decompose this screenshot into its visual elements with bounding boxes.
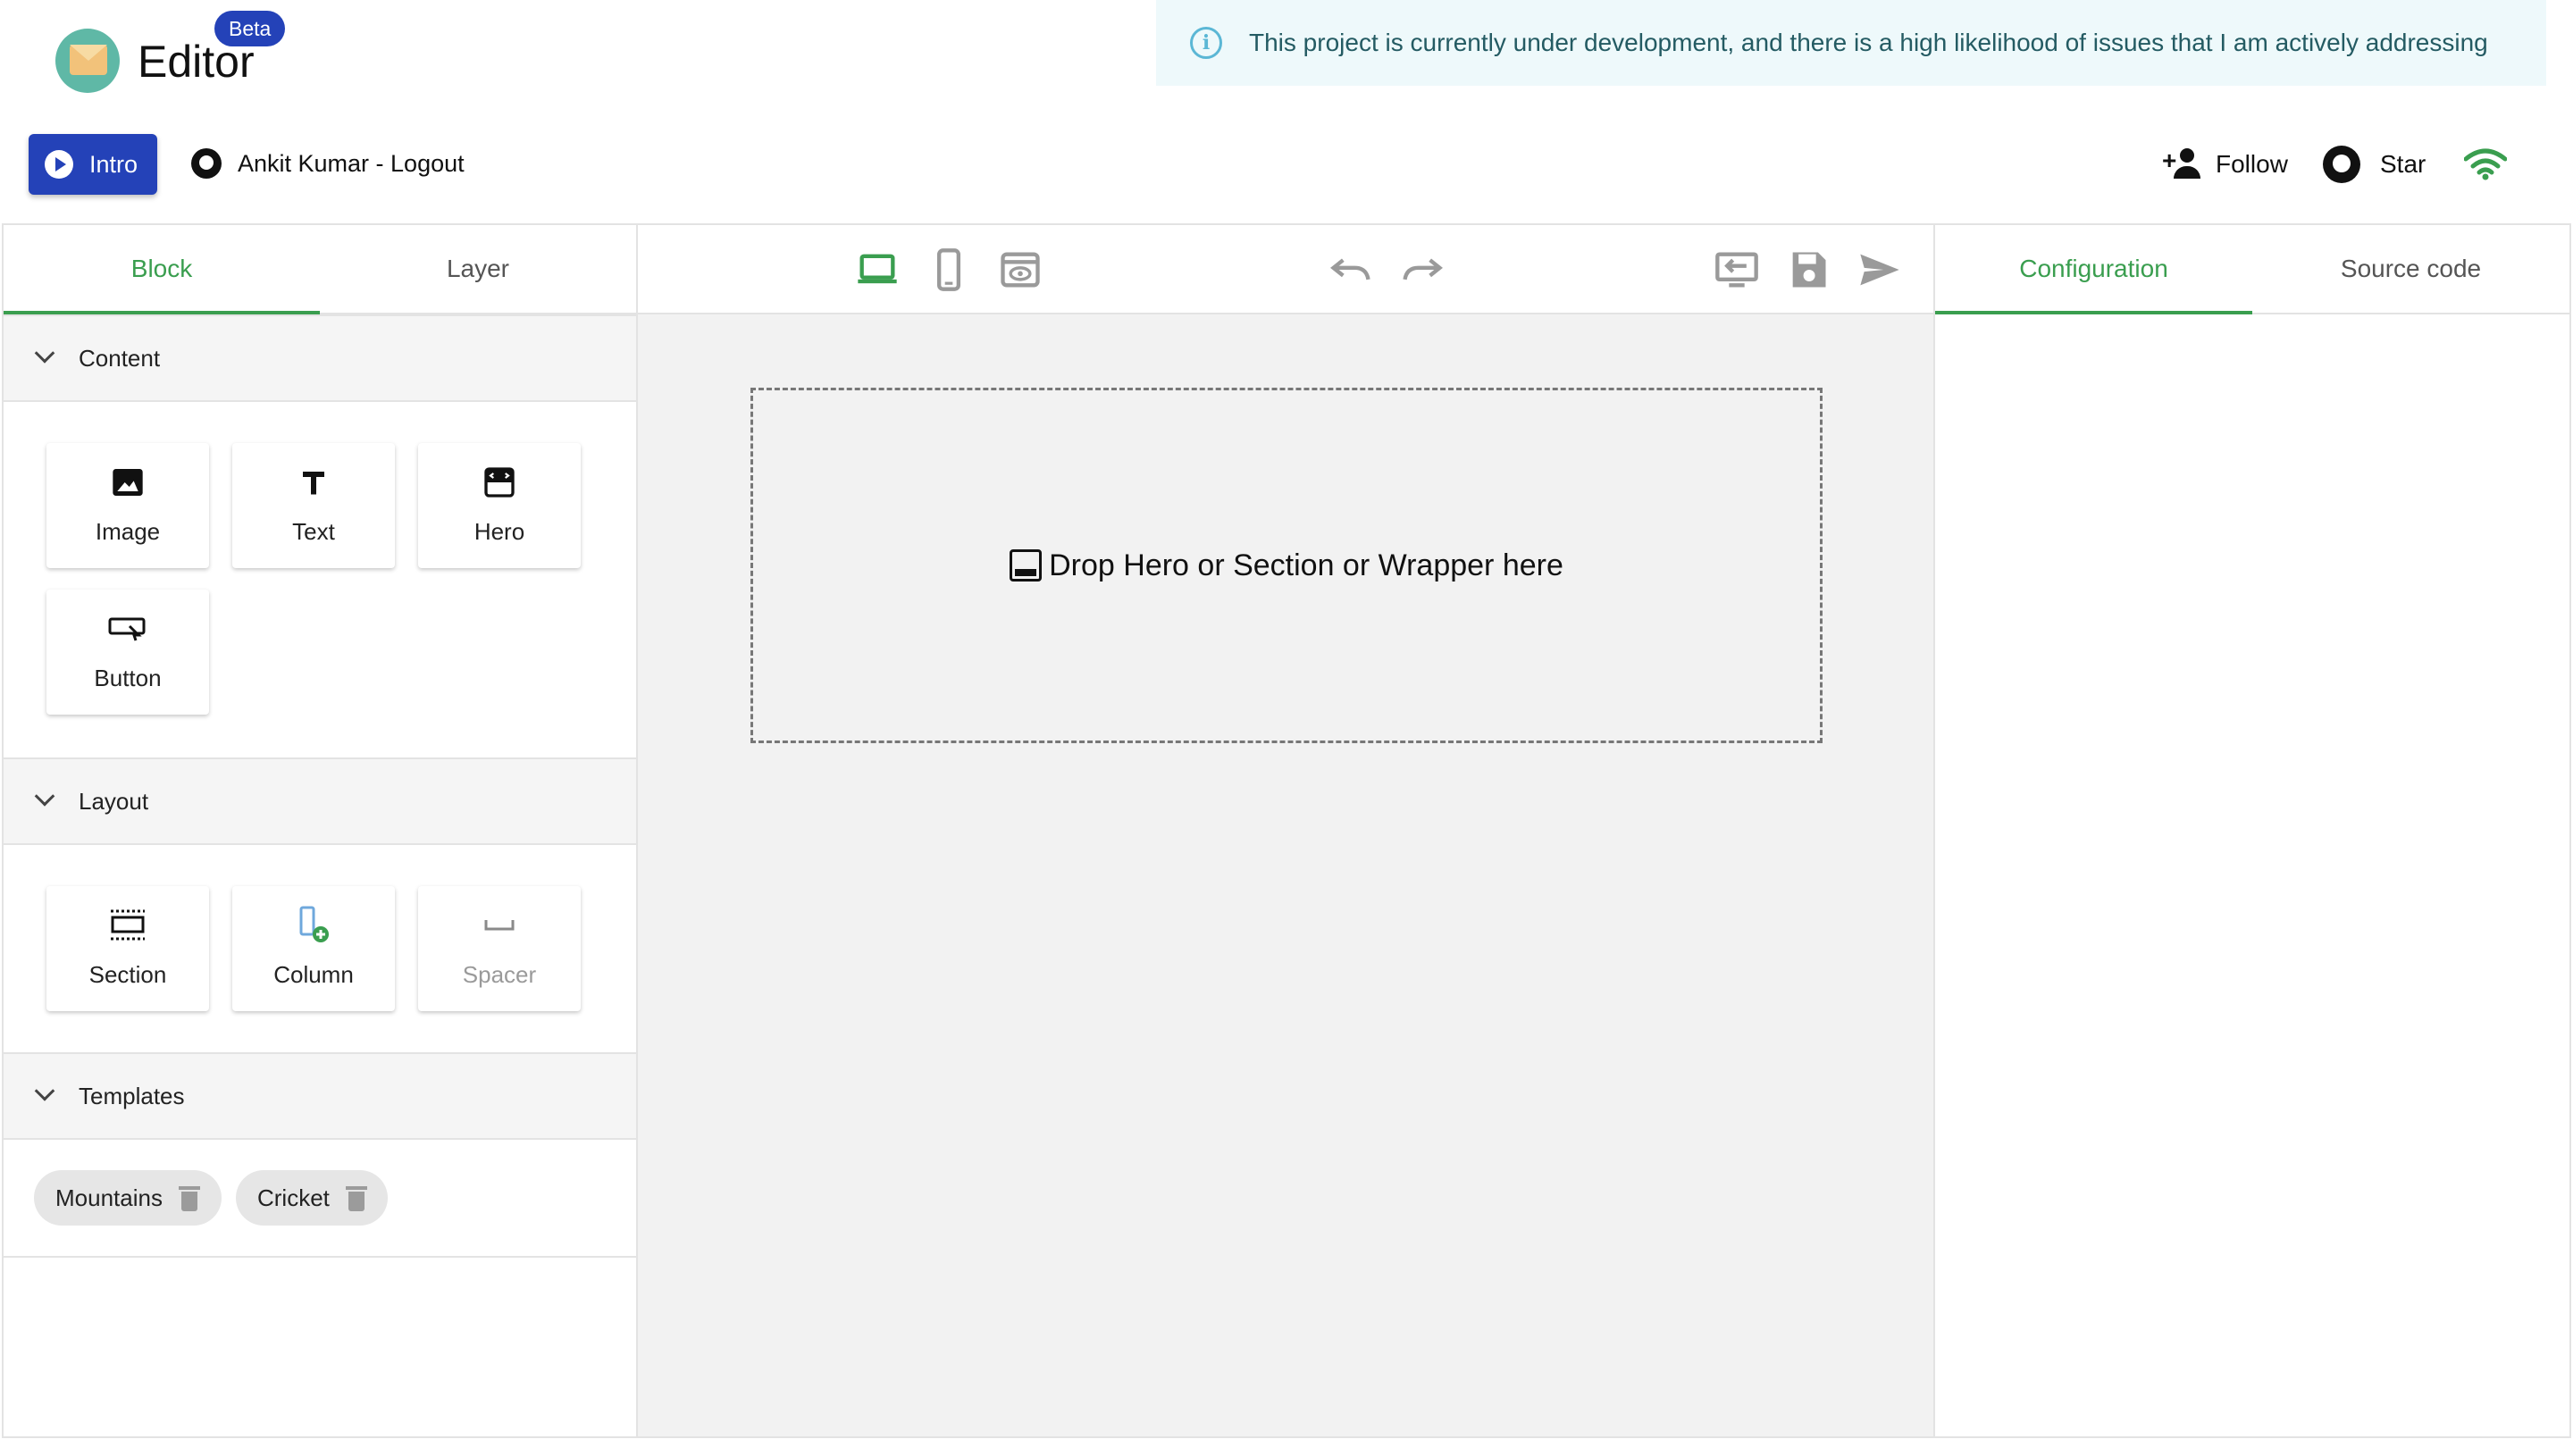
redo-icon[interactable]	[1399, 247, 1446, 293]
text-icon	[294, 463, 333, 502]
follow-label: Follow	[2216, 150, 2288, 178]
block-spacer-label: Spacer	[462, 961, 537, 988]
hero-icon	[480, 463, 519, 502]
github-icon	[2323, 146, 2360, 183]
template-chip-label: Mountains	[55, 1184, 163, 1211]
block-column[interactable]: Column	[232, 886, 395, 1011]
envelope-icon	[70, 45, 107, 75]
block-button-label: Button	[94, 665, 162, 691]
templates-divider	[4, 1256, 636, 1258]
trash-icon[interactable]	[345, 1184, 367, 1211]
banner-text: This project is currently under developm…	[1249, 29, 2488, 56]
section-icon	[108, 906, 147, 945]
mobile-icon[interactable]	[926, 247, 972, 293]
trash-icon[interactable]	[178, 1184, 200, 1211]
person-add-icon: +	[2162, 146, 2203, 182]
follow-button[interactable]: + Follow	[2162, 143, 2288, 186]
beta-badge: Beta	[214, 11, 286, 46]
tab-source-code[interactable]: Source code	[2252, 225, 2569, 313]
intro-label: Intro	[89, 150, 138, 178]
dev-notice-banner: i This project is currently under develo…	[1156, 0, 2546, 86]
tab-configuration[interactable]: Configuration	[1935, 225, 2252, 314]
save-icon[interactable]	[1785, 247, 1831, 293]
block-spacer[interactable]: Spacer	[418, 886, 581, 1011]
template-chip-mountains[interactable]: Mountains	[34, 1170, 222, 1226]
user-logout-label: Ankit Kumar - Logout	[238, 149, 465, 177]
template-chip-label: Cricket	[257, 1184, 330, 1211]
drop-zone[interactable]: Drop Hero or Section or Wrapper here	[750, 388, 1823, 743]
block-section[interactable]: Section	[46, 886, 209, 1011]
image-icon	[108, 463, 147, 502]
laptop-icon[interactable]	[854, 247, 901, 293]
block-image[interactable]: Image	[46, 443, 209, 568]
right-tabs: Configuration Source code	[1935, 225, 2569, 314]
star-label: Star	[2380, 150, 2426, 178]
spacer-icon	[480, 906, 519, 945]
right-panel: Configuration Source code	[1933, 223, 2571, 1438]
layout-section-label: Layout	[79, 787, 149, 815]
tab-block[interactable]: Block	[4, 225, 320, 314]
play-icon	[45, 150, 73, 179]
drop-zone-text: Drop Hero or Section or Wrapper here	[1049, 548, 1563, 582]
block-image-label: Image	[95, 518, 161, 545]
wifi-icon	[2464, 148, 2507, 180]
templates-section-header[interactable]: Templates	[4, 1052, 636, 1140]
block-button[interactable]: Button	[46, 590, 209, 715]
undo-icon[interactable]	[1328, 247, 1374, 293]
canvas-toolbar	[638, 225, 1933, 314]
block-column-label: Column	[273, 961, 354, 988]
block-section-label: Section	[88, 961, 167, 988]
block-hero-label: Hero	[474, 518, 525, 545]
button-icon	[108, 609, 147, 649]
inbox-icon	[1010, 549, 1043, 582]
info-icon: i	[1190, 27, 1222, 59]
chevron-down-icon	[34, 786, 55, 807]
user-logout-link[interactable]: Ankit Kumar - Logout	[191, 143, 465, 184]
preview-icon[interactable]	[997, 247, 1043, 293]
import-icon[interactable]	[1714, 247, 1760, 293]
star-button[interactable]: Star	[2323, 143, 2426, 186]
chevron-down-icon	[34, 343, 55, 364]
intro-button[interactable]: Intro	[29, 134, 157, 195]
block-hero[interactable]: Hero	[418, 443, 581, 568]
layout-section-header[interactable]: Layout	[4, 757, 636, 845]
block-text[interactable]: Text	[232, 443, 395, 568]
tab-layer[interactable]: Layer	[320, 225, 636, 313]
left-tabs: Block Layer	[4, 225, 636, 314]
template-chip-cricket[interactable]: Cricket	[236, 1170, 388, 1226]
column-icon	[294, 906, 333, 945]
send-icon[interactable]	[1856, 247, 1903, 293]
block-text-label: Text	[292, 518, 335, 545]
chevron-down-icon	[34, 1081, 55, 1101]
content-section-label: Content	[79, 344, 161, 372]
left-panel: Block Layer Content Image Text Hero Butt…	[2, 223, 638, 1438]
content-section-header[interactable]: Content	[4, 314, 636, 402]
templates-section-label: Templates	[79, 1082, 185, 1109]
github-icon	[191, 148, 222, 179]
